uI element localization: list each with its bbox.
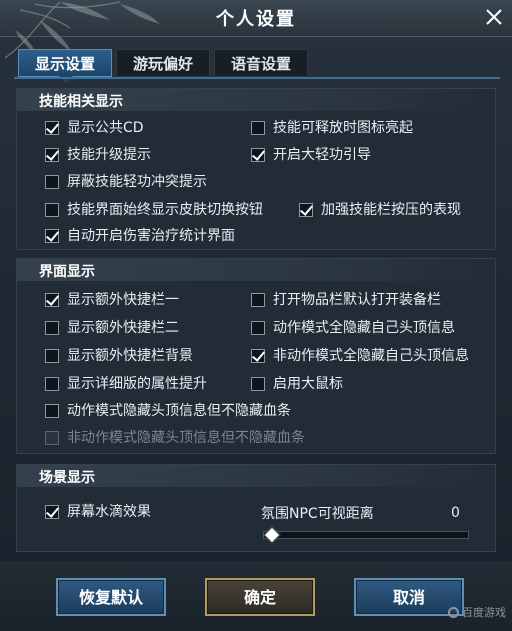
settings-window: 个人设置 显示设置 游玩偏好 语音设置 技能相关显示 显示公共CD 技能可释放时… — [0, 0, 512, 631]
npc-distance-value: 0 — [451, 505, 460, 521]
checkbox[interactable] — [45, 175, 59, 189]
section-header: 界面显示 — [17, 259, 495, 281]
option-label: 技能可释放时图标亮起 — [273, 120, 413, 136]
tab-play-preference[interactable]: 游玩偏好 — [116, 49, 210, 77]
option-label: 启用大鼠标 — [273, 376, 343, 392]
checkbox[interactable] — [45, 229, 59, 243]
checkbox[interactable] — [45, 148, 59, 162]
checkbox[interactable] — [251, 321, 265, 335]
checkbox[interactable] — [251, 293, 265, 307]
checkbox[interactable] — [45, 505, 59, 519]
title-bar: 个人设置 — [0, 0, 512, 59]
checkbox[interactable] — [251, 349, 265, 363]
option-label: 加强技能栏按压的表现 — [321, 202, 461, 218]
tab-voice[interactable]: 语音设置 — [214, 49, 308, 77]
option-label: 显示额外快捷栏背景 — [67, 348, 193, 364]
section-title: 界面显示 — [39, 264, 95, 280]
skill-display-section: 技能相关显示 显示公共CD 技能可释放时图标亮起 技能升级提示 开启大轻功引导 … — [16, 88, 496, 250]
watermark: 百度游戏 — [448, 604, 506, 620]
checkbox[interactable] — [251, 148, 265, 162]
option-label: 屏幕水滴效果 — [67, 504, 151, 520]
checkbox[interactable] — [251, 121, 265, 135]
option-label: 显示公共CD — [67, 120, 144, 136]
option-label: 屏蔽技能轻功冲突提示 — [67, 174, 207, 190]
section-header: 场景显示 — [17, 465, 495, 487]
section-title: 技能相关显示 — [39, 94, 123, 110]
option-label: 显示额外快捷栏一 — [67, 292, 179, 308]
checkbox[interactable] — [45, 121, 59, 135]
section-title: 场景显示 — [39, 470, 95, 486]
checkbox[interactable] — [45, 203, 59, 217]
section-header: 技能相关显示 — [17, 89, 495, 111]
checkbox[interactable] — [45, 404, 59, 418]
option-label: 技能升级提示 — [67, 147, 151, 163]
confirm-button[interactable]: 确定 — [205, 578, 315, 616]
close-icon[interactable] — [482, 5, 506, 29]
option-label: 非动作模式全隐藏自己头顶信息 — [273, 348, 469, 364]
option-label: 动作模式隐藏头顶信息但不隐藏血条 — [67, 403, 291, 419]
option-label: 显示详细版的属性提升 — [67, 376, 207, 392]
window-title: 个人设置 — [216, 9, 296, 30]
npc-distance-slider[interactable] — [263, 526, 469, 544]
watermark-text: 百度游戏 — [462, 606, 506, 619]
checkbox[interactable] — [251, 377, 265, 391]
checkbox[interactable] — [45, 349, 59, 363]
option-label: 显示额外快捷栏二 — [67, 320, 179, 336]
tab-underline — [14, 77, 500, 79]
option-label: 动作模式全隐藏自己头顶信息 — [273, 320, 455, 336]
checkbox — [45, 431, 59, 445]
option-label: 打开物品栏默认打开装备栏 — [273, 292, 441, 308]
slider-thumb[interactable] — [263, 526, 281, 544]
option-label: 开启大轻功引导 — [273, 147, 371, 163]
scene-display-section: 场景显示 屏幕水滴效果 氛围NPC可视距离 0 — [16, 464, 496, 552]
checkbox[interactable] — [45, 377, 59, 391]
tab-display[interactable]: 显示设置 — [18, 49, 112, 83]
option-label: 自动开启伤害治疗统计界面 — [67, 228, 235, 244]
reset-default-button[interactable]: 恢复默认 — [56, 578, 166, 616]
checkbox[interactable] — [45, 293, 59, 307]
option-label: 非动作模式隐藏头顶信息但不隐藏血条 — [67, 430, 305, 446]
option-label: 技能界面始终显示皮肤切换按钮 — [67, 202, 263, 218]
npc-distance-label: 氛围NPC可视距离 — [261, 506, 374, 522]
checkbox[interactable] — [299, 203, 313, 217]
checkbox[interactable] — [45, 321, 59, 335]
baidu-game-logo-icon — [448, 607, 459, 618]
ui-display-section: 界面显示 显示额外快捷栏一 打开物品栏默认打开装备栏 显示额外快捷栏二 动作模式… — [16, 258, 496, 454]
